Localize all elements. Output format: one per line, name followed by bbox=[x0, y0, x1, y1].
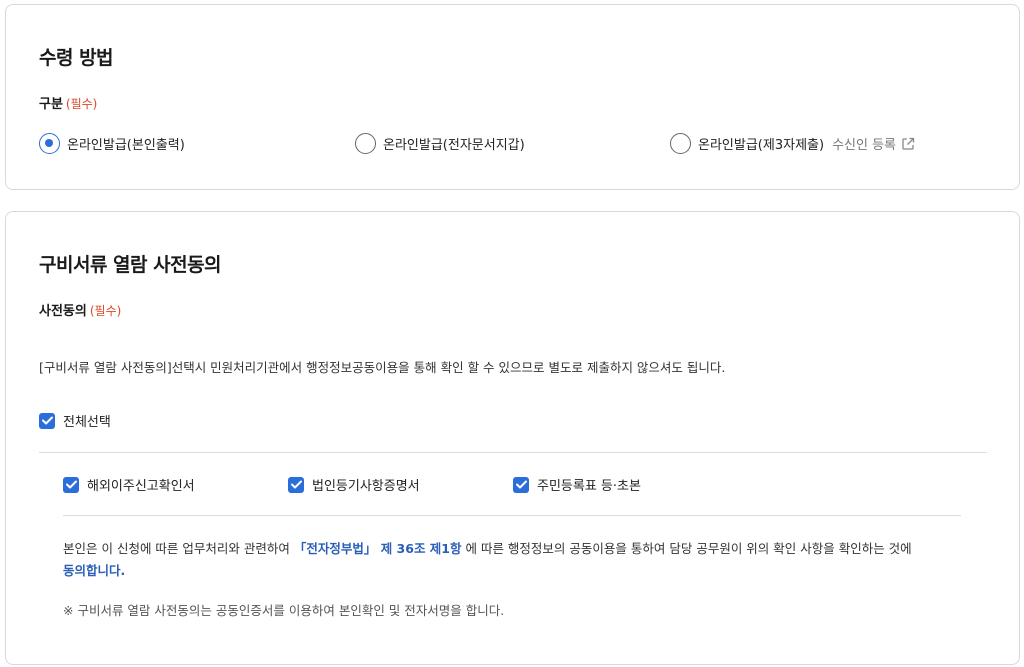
radio-option-label: 온라인발급(전자문서지갑) bbox=[383, 138, 525, 153]
document-consent-card: 구비서류 열람 사전동의 사전동의 (필수) [구비서류 열람 사전동의]선택시 … bbox=[5, 211, 1020, 665]
divider bbox=[39, 452, 987, 453]
required-marker: (필수) bbox=[89, 304, 122, 318]
checkbox-label: 법인등기사항증명서 bbox=[312, 479, 420, 494]
receipt-type-label-text: 구분 bbox=[39, 97, 63, 112]
checkmark-icon bbox=[515, 480, 527, 489]
select-all-label: 전체선택 bbox=[63, 415, 111, 430]
checkmark-icon bbox=[290, 480, 302, 489]
radio-option-label: 온라인발급(본인출력) bbox=[67, 138, 185, 153]
recipient-register-link[interactable]: 수신인 등록 bbox=[832, 134, 915, 153]
radio-option-third-party[interactable]: 온라인발급(제3자제출) 수신인 등록 bbox=[670, 133, 915, 154]
checkbox-corporate-registry[interactable]: 법인등기사항증명서 bbox=[288, 475, 420, 494]
checkbox-resident-registration[interactable]: 주민등록표 등·초본 bbox=[513, 475, 641, 494]
checkmark-icon bbox=[41, 416, 53, 425]
checkmark-icon bbox=[65, 480, 77, 489]
checkbox-checked-box[interactable] bbox=[288, 476, 304, 493]
agree-text: 동의합니다. bbox=[63, 563, 126, 578]
select-all-checkbox[interactable]: 전체선택 bbox=[39, 411, 111, 430]
divider bbox=[63, 515, 961, 516]
agreement-prefix: 본인은 이 신청에 따른 업무처리와 관련하여 bbox=[63, 541, 294, 556]
radio-option-e-wallet[interactable]: 온라인발급(전자문서지갑) bbox=[355, 133, 525, 154]
radio-indicator[interactable] bbox=[670, 133, 691, 154]
consent-label: 사전동의 (필수) bbox=[39, 300, 121, 319]
law-reference: 「전자정부법」 제 36조 제1항 bbox=[293, 541, 462, 556]
receipt-type-label: 구분 (필수) bbox=[39, 93, 97, 112]
consent-description: [구비서류 열람 사전동의]선택시 민원처리기관에서 행정정보공동이용을 통해 … bbox=[39, 360, 726, 375]
consent-label-text: 사전동의 bbox=[39, 304, 87, 319]
external-link-icon bbox=[902, 137, 915, 150]
recipient-register-label: 수신인 등록 bbox=[832, 138, 896, 153]
checkbox-label: 주민등록표 등·초본 bbox=[537, 479, 641, 494]
checkbox-checked-box[interactable] bbox=[63, 476, 79, 493]
consent-agreement-text: 본인은 이 신청에 따른 업무처리와 관련하여 「전자정부법」 제 36조 제1… bbox=[63, 538, 983, 582]
checkbox-checked-box[interactable] bbox=[513, 476, 529, 493]
agreement-middle: 에 따른 행정정보의 공동이용을 통하여 담당 공무원이 위의 확인 사항을 확… bbox=[461, 541, 912, 556]
checkbox-overseas-emigration[interactable]: 해외이주신고확인서 bbox=[63, 475, 195, 494]
radio-indicator[interactable] bbox=[355, 133, 376, 154]
receipt-method-card: 수령 방법 구분 (필수) 온라인발급(본인출력) 온라인발급(전자문서지갑) 온… bbox=[5, 4, 1020, 190]
required-marker: (필수) bbox=[65, 97, 98, 111]
radio-selected-indicator[interactable] bbox=[39, 133, 60, 154]
radio-option-self-print[interactable]: 온라인발급(본인출력) bbox=[39, 133, 185, 154]
checkbox-checked-box[interactable] bbox=[39, 412, 55, 429]
document-consent-title: 구비서류 열람 사전동의 bbox=[39, 254, 222, 276]
consent-note: ※ 구비서류 열람 사전동의는 공동인증서를 이용하여 본인확인 및 전자서명을… bbox=[63, 603, 505, 618]
radio-option-label: 온라인발급(제3자제출) bbox=[698, 138, 825, 153]
receipt-method-title: 수령 방법 bbox=[39, 47, 114, 69]
checkbox-label: 해외이주신고확인서 bbox=[87, 479, 195, 494]
